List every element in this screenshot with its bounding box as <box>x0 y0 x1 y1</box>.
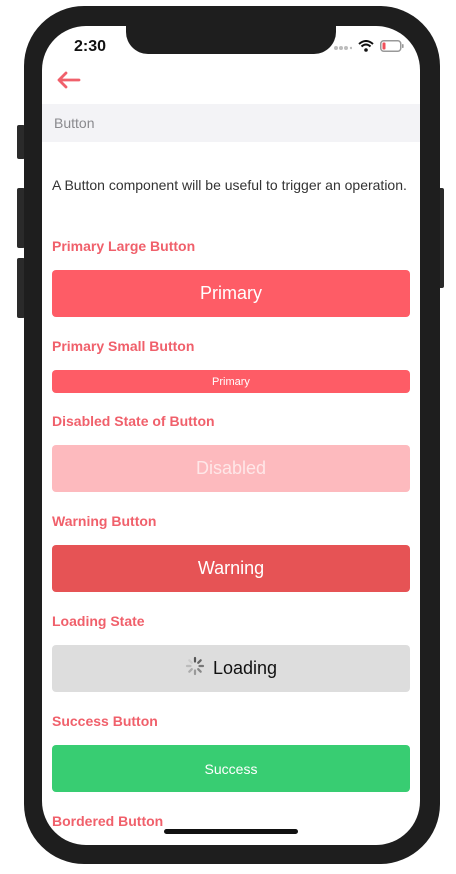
intro-text: A Button component will be useful to tri… <box>52 177 407 193</box>
status-time: 2:30 <box>74 38 107 55</box>
disabled-button-text: Disabled <box>195 458 267 478</box>
loading-button-text: Loading <box>212 658 278 678</box>
app-screen: 2:30 Button A Button component will be u… <box>42 26 420 845</box>
warning-label: Warning Button <box>52 513 157 529</box>
status-icons <box>334 39 404 57</box>
arrow-left-icon <box>54 71 84 96</box>
loading-label: Loading State <box>52 613 145 629</box>
primary-large-button-text: Primary <box>200 283 262 303</box>
warning-button-text: Warning <box>197 558 265 578</box>
primary-large-label: Primary Large Button <box>52 238 196 254</box>
loading-button[interactable]: Loading <box>52 645 410 692</box>
disabled-label: Disabled State of Button <box>52 413 215 429</box>
wifi-icon <box>358 39 374 57</box>
success-button-text: Success <box>204 760 258 777</box>
back-button[interactable] <box>54 68 84 92</box>
warning-button[interactable]: Warning <box>52 545 410 592</box>
primary-small-button-text: Primary <box>212 375 250 388</box>
section-title: Button <box>54 115 95 131</box>
section-header: Button <box>42 104 420 142</box>
device-notch <box>126 26 336 54</box>
success-button[interactable]: Success <box>52 745 410 792</box>
disabled-button: Disabled <box>52 445 410 492</box>
spinner-icon <box>185 656 205 681</box>
battery-icon <box>380 39 404 57</box>
home-indicator <box>164 829 298 834</box>
primary-small-button[interactable]: Primary <box>52 370 410 393</box>
primary-small-label: Primary Small Button <box>52 338 195 354</box>
signal-icon <box>334 39 353 57</box>
bordered-label: Bordered Button <box>52 813 164 829</box>
intro-block: A Button component will be useful to tri… <box>52 174 410 196</box>
primary-large-button[interactable]: Primary <box>52 270 410 317</box>
success-label: Success Button <box>52 713 158 729</box>
